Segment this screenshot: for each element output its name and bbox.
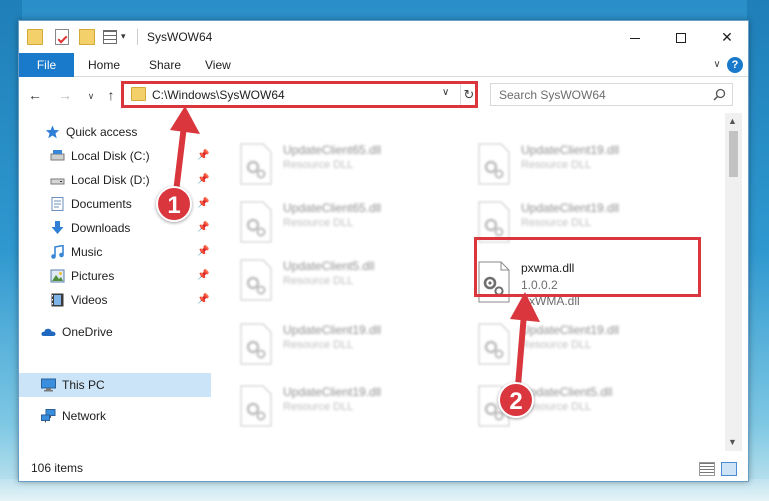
list-item[interactable]: UpdateClient19.dll Resource DLL (239, 383, 459, 433)
forward-arrow-icon[interactable]: → (57, 87, 73, 103)
close-button[interactable]: ✕ (704, 21, 748, 53)
list-item[interactable]: UpdateClient65.dll Resource DLL (239, 141, 459, 191)
back-arrow-icon[interactable]: ← (27, 87, 43, 103)
file-name: UpdateClient19.dll (283, 323, 382, 337)
maximize-icon (676, 33, 686, 44)
sidebar-item-label: Downloads (71, 221, 131, 235)
file-name: UpdateClient65.dll (283, 143, 382, 157)
tab-view[interactable]: View (205, 53, 231, 77)
file-type: Resource DLL (283, 159, 354, 171)
customize-toolbar-icon[interactable] (103, 30, 117, 44)
new-folder-icon[interactable] (79, 29, 95, 45)
tab-share[interactable]: Share (149, 53, 181, 77)
details-view-icon[interactable] (699, 462, 715, 476)
close-icon: ✕ (721, 29, 733, 45)
sidebar-item-label: Quick access (66, 125, 138, 139)
computer-icon (41, 378, 56, 392)
file-type: Resource DLL (283, 217, 354, 229)
list-item[interactable]: UpdateClient19.dll Resource DLL (477, 141, 697, 191)
desktop-background-bottom (0, 479, 769, 501)
search-input[interactable]: Search SysWOW64 (490, 83, 733, 106)
network-icon (41, 409, 56, 423)
pin-icon[interactable]: 📌 (197, 270, 209, 281)
drive-icon (50, 178, 65, 185)
tab-file[interactable]: File (19, 53, 74, 77)
pin-icon[interactable]: 📌 (197, 294, 209, 305)
folder-icon (27, 29, 43, 45)
search-icon[interactable] (713, 88, 726, 101)
file-name: UpdateClient19.dll (521, 143, 620, 157)
pin-icon[interactable]: 📌 (197, 222, 209, 233)
sidebar-item-label: Videos (71, 293, 108, 307)
minimize-icon (630, 37, 640, 39)
pictures-icon (50, 269, 65, 283)
file-explorer-window: ▾ SysWOW64 ✕ File Home Share View ∨ ? ← … (18, 20, 749, 482)
list-item[interactable]: UpdateClient19.dll Resource DLL (239, 321, 459, 371)
scroll-up-icon[interactable]: ▲ (728, 116, 737, 126)
list-item[interactable]: UpdateClient5.dll Resource DLL (239, 257, 459, 307)
file-type: Resource DLL (283, 339, 354, 351)
dll-file-icon (240, 259, 272, 301)
sidebar-item-label: Local Disk (C:) (71, 149, 150, 163)
documents-icon (51, 197, 64, 211)
dll-file-icon (240, 201, 272, 243)
cloud-icon (41, 328, 56, 336)
file-type: Resource DLL (521, 159, 592, 171)
file-type: Resource DLL (521, 217, 592, 229)
step-two-badge: 2 (498, 382, 534, 418)
status-bar: 106 items (19, 455, 748, 481)
file-name: UpdateClient5.dll (283, 259, 375, 273)
recent-locations-icon[interactable]: ∨ (83, 88, 99, 104)
scroll-down-icon[interactable]: ▼ (728, 437, 737, 447)
item-count: 106 items (31, 461, 84, 475)
star-icon (45, 125, 60, 139)
dll-file-icon (240, 323, 272, 365)
ribbon-tabs: File Home Share View ∨ ? (19, 53, 748, 77)
help-icon[interactable]: ? (727, 57, 743, 73)
window-title: SysWOW64 (147, 30, 213, 44)
search-placeholder: Search SysWOW64 (499, 88, 606, 102)
arrow-to-pxwma-file (510, 292, 540, 389)
dll-file-icon (240, 143, 272, 185)
sidebar-item-label: Documents (71, 197, 132, 211)
sidebar-item-label: OneDrive (62, 325, 113, 339)
dll-file-icon (240, 385, 272, 427)
minimize-button[interactable] (612, 21, 658, 53)
tiles-view-icon[interactable] (721, 462, 737, 476)
tab-home[interactable]: Home (88, 53, 120, 77)
vertical-scrollbar[interactable]: ▲ ▼ (725, 113, 742, 451)
sidebar-item-label: Pictures (71, 269, 115, 283)
properties-icon[interactable] (55, 29, 69, 45)
download-icon (51, 221, 64, 234)
drive-icon (50, 150, 65, 161)
navigation-bar: ← → ∨ ↑ C:\Windows\SysWOW64 ∨ ↻ Search S… (19, 77, 748, 113)
sidebar-item-label: Network (62, 409, 107, 423)
sidebar-item-label: This PC (62, 378, 105, 392)
sidebar-item-label: Local Disk (D:) (71, 173, 150, 187)
up-arrow-icon[interactable]: ↑ (103, 87, 119, 103)
scroll-thumb[interactable] (729, 131, 738, 177)
arrow-to-address-bar (170, 106, 200, 195)
pin-icon[interactable]: 📌 (197, 246, 209, 257)
file-type: Resource DLL (283, 401, 354, 413)
sidebar-item-label: Music (71, 245, 103, 259)
title-bar: ▾ SysWOW64 ✕ (19, 21, 748, 53)
chevron-down-icon[interactable]: ▾ (121, 31, 131, 41)
file-name: UpdateClient19.dll (521, 201, 620, 215)
file-type: Resource DLL (283, 275, 354, 287)
maximize-button[interactable] (658, 21, 704, 53)
expand-ribbon-icon[interactable]: ∨ (710, 58, 724, 72)
list-item[interactable]: UpdateClient65.dll Resource DLL (239, 199, 459, 249)
videos-icon (51, 293, 64, 307)
dll-file-icon (478, 143, 510, 185)
title-separator (137, 29, 138, 45)
file-name: UpdateClient19.dll (283, 385, 382, 399)
music-icon (51, 245, 64, 259)
file-name: UpdateClient65.dll (283, 201, 382, 215)
step-one-badge: 1 (156, 186, 192, 222)
desktop-background-right (747, 0, 769, 501)
